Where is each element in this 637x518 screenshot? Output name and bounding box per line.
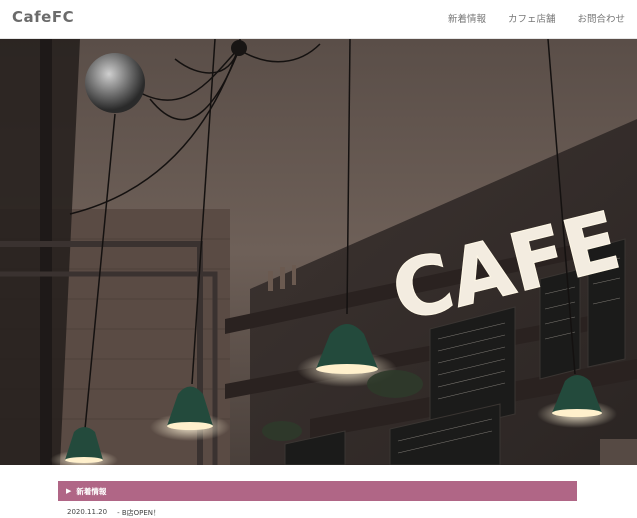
news-section-header: ▶ 新着情報 [58, 481, 577, 501]
nav-item-contact[interactable]: お問合わせ [577, 11, 625, 25]
site-header: CafeFC 新着情報 カフェ店舗 お問合わせ [0, 0, 637, 39]
triangle-right-icon: ▶ [66, 487, 72, 495]
nav-item-news[interactable]: 新着情報 [448, 11, 486, 25]
news-text[interactable]: - B店OPEN！ [117, 508, 160, 518]
news-list-item[interactable]: 2020.11.20 - B店OPEN！ [67, 508, 160, 518]
nav-item-cafe-stores[interactable]: カフェ店舗 [508, 11, 556, 25]
hero-image: CAFE [0, 39, 637, 465]
cafe-interior-photo: CAFE [0, 39, 637, 465]
news-date: 2020.11.20 [67, 508, 108, 516]
site-logo[interactable]: CafeFC [12, 8, 74, 26]
main-nav: 新着情報 カフェ店舗 お問合わせ [448, 11, 625, 25]
news-heading: 新着情報 [76, 486, 107, 496]
